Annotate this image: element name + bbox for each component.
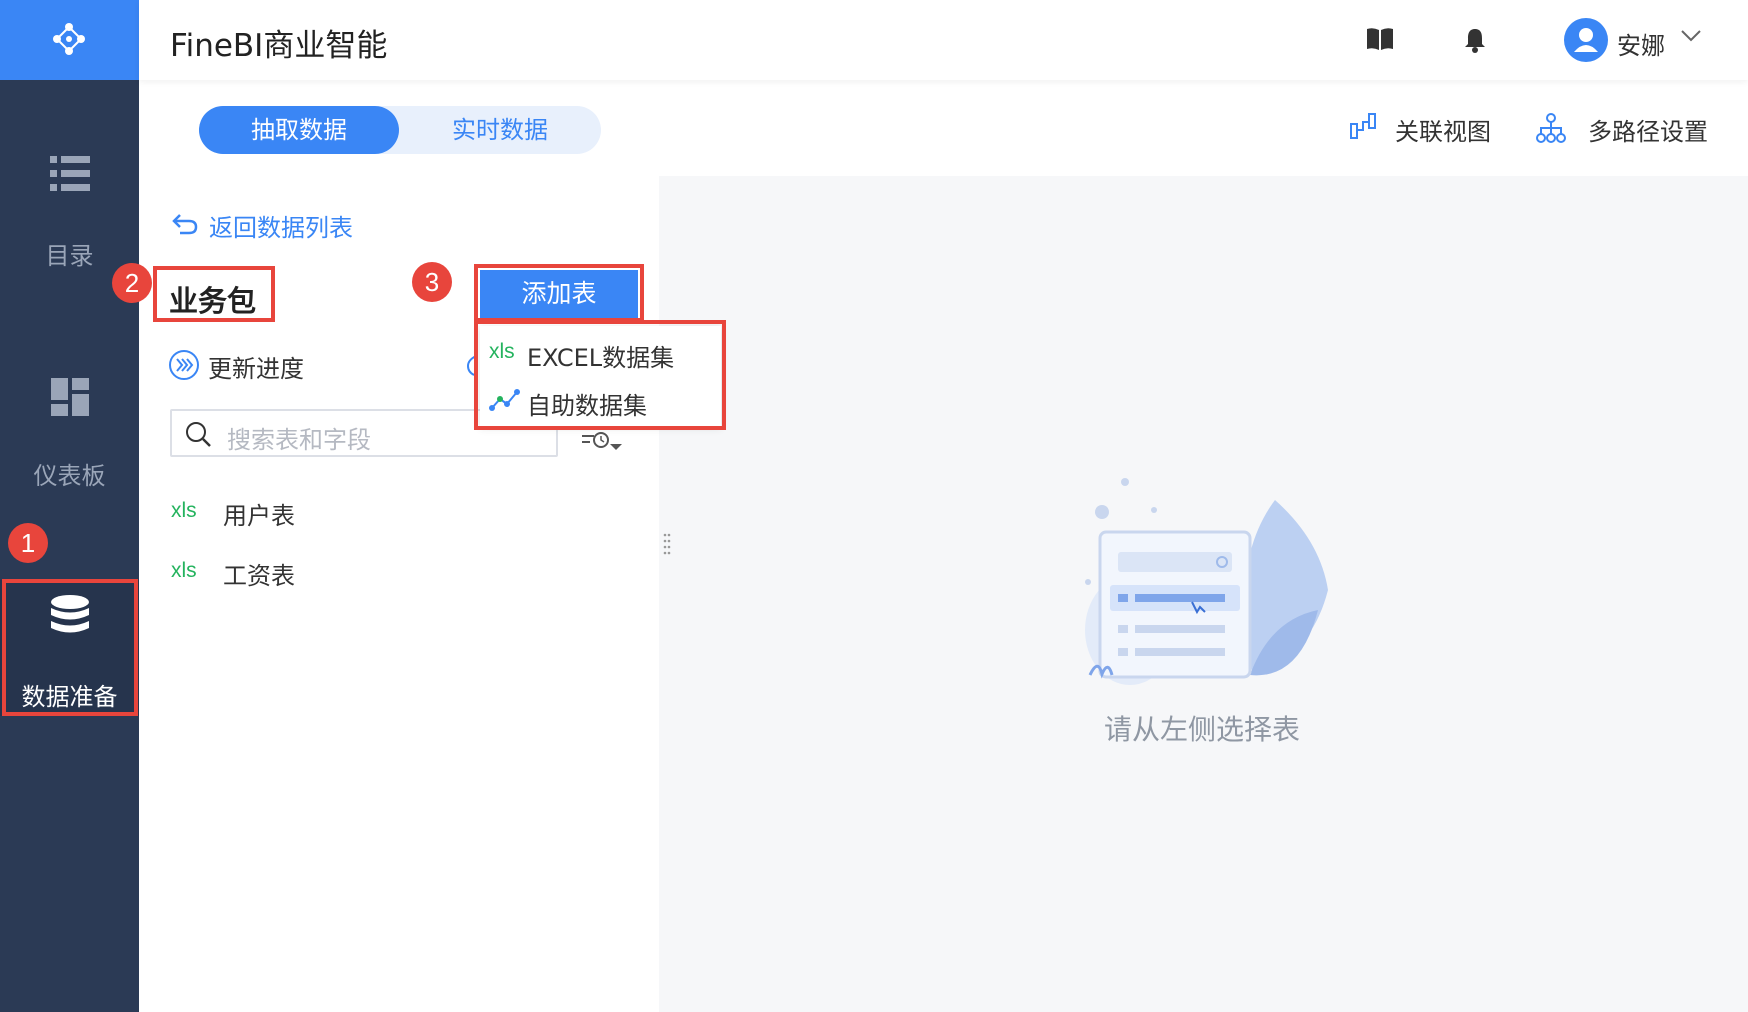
xls-icon: xls bbox=[171, 499, 197, 522]
dashboard-icon bbox=[0, 378, 139, 420]
avatar[interactable] bbox=[1564, 18, 1608, 62]
panel-resize-handle[interactable] bbox=[662, 532, 672, 562]
highlight-box-step3 bbox=[474, 264, 644, 322]
hierarchy-icon bbox=[1536, 113, 1566, 143]
step-badge-2: 2 bbox=[112, 263, 152, 303]
bell-icon[interactable] bbox=[1463, 27, 1487, 57]
xls-icon: xls bbox=[171, 559, 197, 582]
fast-forward-icon bbox=[169, 350, 199, 380]
top-header: FineBI商业智能 安娜 bbox=[139, 0, 1748, 80]
logo[interactable] bbox=[0, 0, 139, 80]
chevron-down-icon[interactable] bbox=[1680, 28, 1702, 47]
book-icon[interactable] bbox=[1366, 27, 1394, 55]
empty-state-illustration bbox=[1070, 470, 1330, 694]
multipath-settings-label: 多路径设置 bbox=[1588, 118, 1708, 146]
step-badge-1: 1 bbox=[8, 523, 48, 563]
nav-item-label: 仪表板 bbox=[33, 462, 106, 490]
table-name: 用户表 bbox=[223, 502, 295, 530]
app-title: FineBI商业智能 bbox=[170, 28, 388, 64]
search-placeholder: 搜索表和字段 bbox=[227, 426, 371, 454]
relation-view-label: 关联视图 bbox=[1395, 118, 1491, 146]
undo-arrow-icon bbox=[172, 214, 198, 235]
user-name[interactable]: 安娜 bbox=[1617, 26, 1665, 61]
back-link-label: 返回数据列表 bbox=[209, 214, 353, 242]
step-badge-3: 3 bbox=[412, 262, 452, 302]
left-nav: 目录 仪表板 数据准备 bbox=[0, 0, 139, 1012]
tab-extract-data[interactable]: 抽取数据 bbox=[199, 106, 399, 154]
highlight-box-step3-menu bbox=[474, 320, 726, 430]
nav-item-label: 目录 bbox=[45, 242, 94, 270]
table-name: 工资表 bbox=[223, 562, 295, 590]
empty-state-message: 请从左侧选择表 bbox=[1104, 713, 1301, 746]
relation-view-icon bbox=[1350, 113, 1376, 139]
tab-realtime-data[interactable]: 实时数据 bbox=[399, 106, 601, 154]
nav-item-dashboard[interactable]: 仪表板 bbox=[0, 360, 139, 500]
highlight-box-step1 bbox=[2, 579, 138, 716]
logo-icon bbox=[53, 23, 85, 55]
data-mode-tabs: 抽取数据 实时数据 bbox=[199, 106, 601, 154]
highlight-box-step2 bbox=[153, 266, 275, 322]
user-icon bbox=[1574, 28, 1598, 52]
list-icon bbox=[0, 156, 139, 196]
update-progress-label: 更新进度 bbox=[208, 355, 304, 383]
search-icon bbox=[186, 422, 211, 447]
sort-filter-icon[interactable] bbox=[580, 428, 624, 458]
nav-item-catalog[interactable]: 目录 bbox=[0, 140, 139, 280]
